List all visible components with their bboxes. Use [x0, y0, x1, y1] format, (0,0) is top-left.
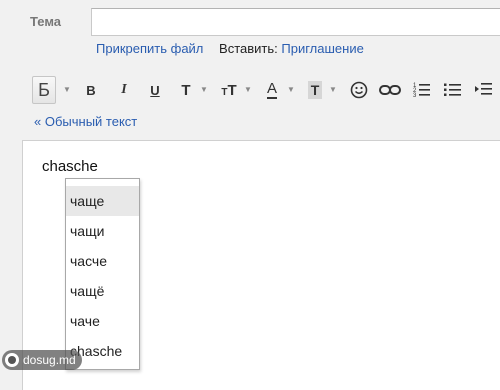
highlight-dropdown-icon[interactable]: ▼ — [329, 85, 337, 94]
link-button[interactable] — [378, 76, 402, 104]
font-button[interactable]: T — [177, 76, 195, 104]
insert-label: Вставить: — [219, 41, 278, 56]
bulleted-list-button[interactable] — [443, 76, 463, 104]
attach-file-link[interactable]: Прикрепить файл — [96, 41, 203, 56]
indent-button[interactable] — [474, 76, 494, 104]
numbered-list-button[interactable]: 1 2 3 — [412, 76, 432, 104]
font-size-button[interactable]: TT — [218, 76, 240, 104]
font-dropdown-icon[interactable]: ▼ — [200, 85, 208, 94]
plain-text-link[interactable]: « Обычный текст — [34, 114, 137, 129]
font-icon: T — [181, 81, 191, 99]
suggestion-item[interactable]: чащи — [66, 216, 139, 246]
underline-icon: U — [150, 82, 160, 98]
bold-button[interactable]: B — [82, 76, 100, 104]
bulleted-list-icon — [444, 83, 461, 96]
numbered-list-icon: 1 2 3 — [413, 83, 430, 99]
invitation-link[interactable]: Приглашение — [281, 41, 363, 56]
font-size-icon: TT — [221, 81, 237, 99]
svg-text:3: 3 — [413, 93, 417, 99]
suggestion-item[interactable]: чаще — [66, 186, 139, 216]
text-color-button[interactable]: A — [262, 76, 282, 104]
suggestion-item[interactable]: чащё — [66, 276, 139, 306]
highlight-button[interactable]: T — [305, 76, 325, 104]
text-color-icon: A — [266, 80, 277, 99]
watermark: dosug.md — [2, 350, 82, 370]
watermark-logo-icon — [5, 353, 19, 367]
suggestion-item[interactable]: часче — [66, 246, 139, 276]
text-style-button[interactable]: Б — [32, 76, 56, 104]
underline-button[interactable]: U — [146, 76, 164, 104]
bold-icon: B — [86, 82, 96, 98]
watermark-text: dosug.md — [23, 353, 76, 367]
chevron-down-icon[interactable]: ▼ — [63, 85, 71, 94]
indent-icon — [475, 83, 492, 95]
highlight-icon: T — [307, 81, 323, 99]
typed-word: chasche — [42, 158, 98, 175]
subject-label: Тема — [30, 14, 62, 29]
subject-input[interactable] — [91, 8, 500, 36]
transliteration-suggestions: чаще чащи часче чащё чаче chasche — [65, 178, 140, 370]
text-style-label: Б — [38, 79, 50, 100]
suggestion-item[interactable]: чаче — [66, 306, 139, 336]
italic-button[interactable]: I — [115, 76, 133, 104]
emoji-button[interactable] — [348, 76, 370, 104]
link-icon — [379, 85, 401, 95]
formatting-toolbar: Б ▼ B I U T ▼ TT ▼ A ▼ T ▼ 1 2 3 — [32, 76, 500, 106]
italic-icon: I — [121, 82, 127, 97]
emoji-icon — [350, 81, 368, 99]
compose-links-row: Прикрепить файл Вставить: Приглашение — [96, 41, 364, 56]
text-color-dropdown-icon[interactable]: ▼ — [287, 85, 295, 94]
font-size-dropdown-icon[interactable]: ▼ — [244, 85, 252, 94]
